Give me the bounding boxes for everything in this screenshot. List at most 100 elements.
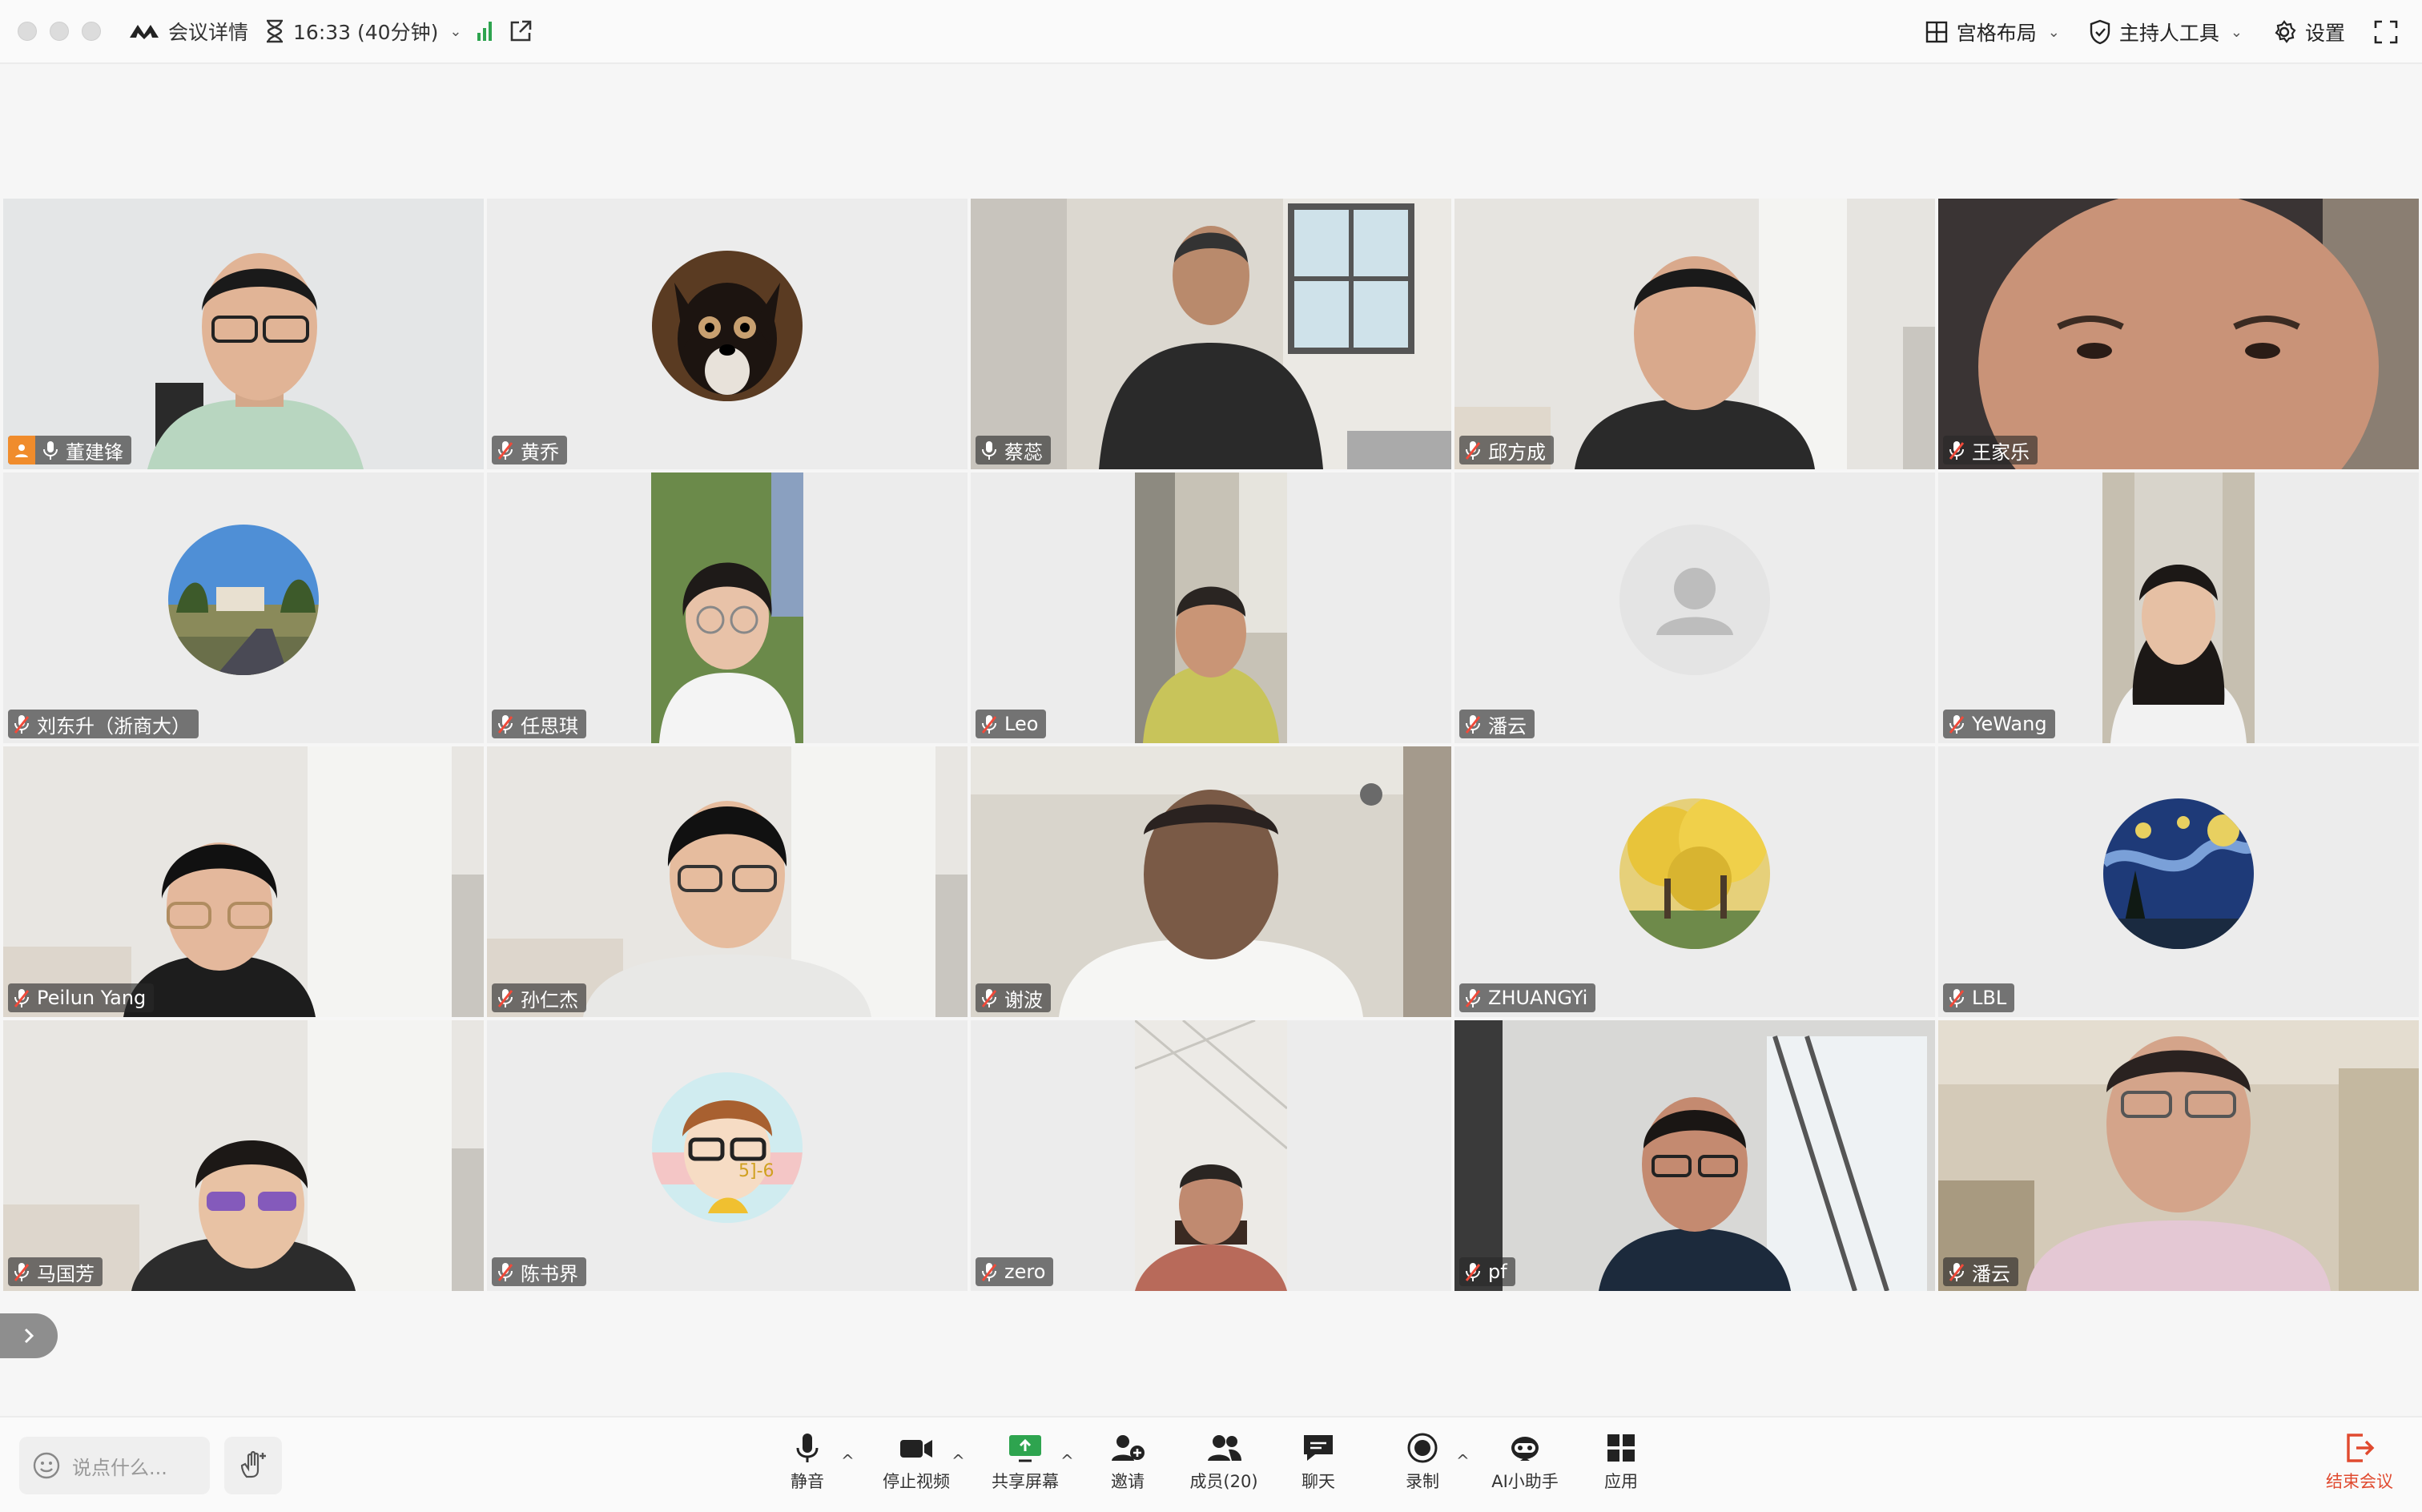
microphone-icon	[43, 441, 58, 460]
share-screen-label: 共享屏幕	[992, 1472, 1059, 1491]
chat-label: 聊天	[1302, 1472, 1335, 1491]
participant-name: 潘云	[1488, 714, 1527, 738]
participant-name: 谢波	[1004, 988, 1043, 1011]
participant-name-tag: YeWang	[1943, 710, 2055, 738]
participant-tile[interactable]: ZHUANGYi	[1454, 746, 1935, 1017]
ai-assistant-button[interactable]: AI小助手	[1473, 1432, 1577, 1493]
grid-layout-icon	[1925, 21, 1947, 43]
participant-tile[interactable]: 蔡蕊	[971, 199, 1451, 469]
svg-text:5]-6: 5]-6	[738, 1161, 774, 1181]
microphone-muted-icon	[497, 989, 513, 1007]
mute-label: 静音	[791, 1472, 824, 1491]
participant-name: 刘东升（浙商大）	[37, 714, 191, 738]
participant-grid: 董建锋 黄乔 蔡蕊 邱方成 王家乐 刘东升（浙商大） 任思琪 Leo 潘云 Ye…	[3, 199, 2419, 1291]
minimize-window-button[interactable]	[50, 22, 69, 41]
settings-label: 设置	[2304, 22, 2345, 45]
apps-button[interactable]: 应用	[1569, 1432, 1673, 1493]
open-external-icon[interactable]	[508, 18, 533, 44]
microphone-muted-icon	[1949, 1263, 1965, 1281]
microphone-muted-icon	[981, 715, 997, 734]
chevron-right-icon	[24, 1328, 34, 1344]
microphone-muted-icon	[981, 989, 997, 1007]
network-signal-icon[interactable]	[477, 22, 493, 41]
participant-name: pf	[1488, 1261, 1507, 1283]
stop-video-label: 停止视频	[883, 1472, 950, 1491]
fullscreen-icon[interactable]	[2374, 20, 2398, 44]
participant-name-tag: 邱方成	[1459, 436, 1554, 464]
end-meeting-button[interactable]: 结束会议	[2307, 1432, 2412, 1493]
participant-name: LBL	[1972, 987, 2007, 1009]
default-user-icon	[1656, 568, 1733, 635]
participant-name-tag: 潘云	[1459, 710, 1535, 738]
participant-tile[interactable]: pf	[1454, 1020, 1935, 1291]
participant-name-tag: pf	[1459, 1257, 1515, 1286]
participant-avatar	[652, 251, 803, 401]
participant-tile[interactable]: 谢波	[971, 746, 1451, 1017]
participant-tile[interactable]: LBL	[1938, 746, 2419, 1017]
participant-tile[interactable]: zero	[971, 1020, 1451, 1291]
participant-tile[interactable]: 孙仁杰	[487, 746, 968, 1017]
participant-name: 蔡蕊	[1004, 440, 1043, 464]
meeting-timer[interactable]: 16:33 (40分钟) ⌄	[264, 17, 461, 46]
close-window-button[interactable]	[18, 22, 37, 41]
invite-button[interactable]: 邀请	[1076, 1432, 1180, 1493]
participant-tile[interactable]: Leo	[971, 472, 1451, 743]
participant-tile[interactable]: 潘云	[1938, 1020, 2419, 1291]
settings-button[interactable]: 设置	[2271, 18, 2345, 46]
layout-button[interactable]: 宫格布局 ⌄	[1925, 18, 2060, 46]
end-meeting-label: 结束会议	[2326, 1472, 2393, 1491]
share-options-caret-icon[interactable]: ^	[1060, 1451, 1074, 1470]
expand-panel-button[interactable]	[0, 1313, 58, 1358]
participant-tile[interactable]: 马国芳	[3, 1020, 484, 1291]
meeting-timer-text: 16:33 (40分钟)	[293, 21, 439, 44]
host-tools-button[interactable]: 主持人工具 ⌄	[2089, 18, 2243, 46]
participant-tile[interactable]: 5]-6 陈书界	[487, 1020, 968, 1291]
participant-name-tag: 刘东升（浙商大）	[8, 710, 199, 738]
participant-name-tag: zero	[976, 1257, 1054, 1286]
chevron-down-icon: ⌄	[2047, 23, 2060, 41]
meeting-details-label: 会议详情	[168, 21, 249, 44]
participant-name: Leo	[1004, 713, 1039, 735]
participant-video	[1454, 199, 1935, 469]
chat-button[interactable]: 聊天	[1266, 1432, 1370, 1493]
video-options-caret-icon[interactable]: ^	[952, 1451, 965, 1470]
record-options-caret-icon[interactable]: ^	[1456, 1451, 1470, 1470]
microphone-muted-icon	[497, 715, 513, 734]
microphone-muted-icon	[1949, 441, 1965, 460]
participant-name-tag: 董建锋	[8, 436, 131, 464]
zoom-window-button[interactable]	[82, 22, 101, 41]
apps-label: 应用	[1604, 1472, 1638, 1491]
window-controls	[18, 22, 101, 41]
participant-tile[interactable]: 黄乔	[487, 199, 968, 469]
chevron-down-icon: ⌄	[2230, 23, 2243, 41]
participant-name: YeWang	[1972, 713, 2047, 735]
apps-icon	[1607, 1434, 1635, 1462]
participant-video	[1938, 1020, 2419, 1291]
participant-video	[971, 746, 1451, 1017]
participant-avatar	[1619, 525, 1770, 675]
participant-name-tag: 谢波	[976, 983, 1051, 1012]
exit-icon	[2347, 1434, 2375, 1462]
microphone-muted-icon	[497, 1263, 513, 1281]
participant-tile[interactable]: Peilun Yang	[3, 746, 484, 1017]
participant-tile[interactable]: 任思琪	[487, 472, 968, 743]
microphone-muted-icon	[1465, 1263, 1481, 1281]
participant-tile[interactable]: 潘云	[1454, 472, 1935, 743]
robot-icon	[1511, 1437, 1539, 1461]
participant-tile[interactable]: 邱方成	[1454, 199, 1935, 469]
shield-icon	[2090, 19, 2110, 45]
participant-tile[interactable]: 董建锋	[3, 199, 484, 469]
members-button[interactable]: 成员(20)	[1172, 1432, 1276, 1493]
participant-name: ZHUANGYi	[1488, 987, 1588, 1009]
participant-video	[651, 472, 803, 743]
participant-tile[interactable]: 刘东升（浙商大）	[3, 472, 484, 743]
members-label: 成员(20)	[1189, 1472, 1258, 1491]
participant-tile[interactable]: YeWang	[1938, 472, 2419, 743]
mute-options-caret-icon[interactable]: ^	[841, 1451, 855, 1470]
record-icon	[1407, 1433, 1438, 1463]
participant-name: 马国芳	[37, 1262, 95, 1285]
top-bar: 会议详情 16:33 (40分钟) ⌄ 宫格布局 ⌄ 主持人工具 ⌄ 设置	[0, 0, 2422, 64]
microphone-muted-icon	[14, 989, 30, 1007]
participant-tile[interactable]: 王家乐	[1938, 199, 2419, 469]
meeting-details-button[interactable]: 会议详情	[128, 17, 248, 46]
